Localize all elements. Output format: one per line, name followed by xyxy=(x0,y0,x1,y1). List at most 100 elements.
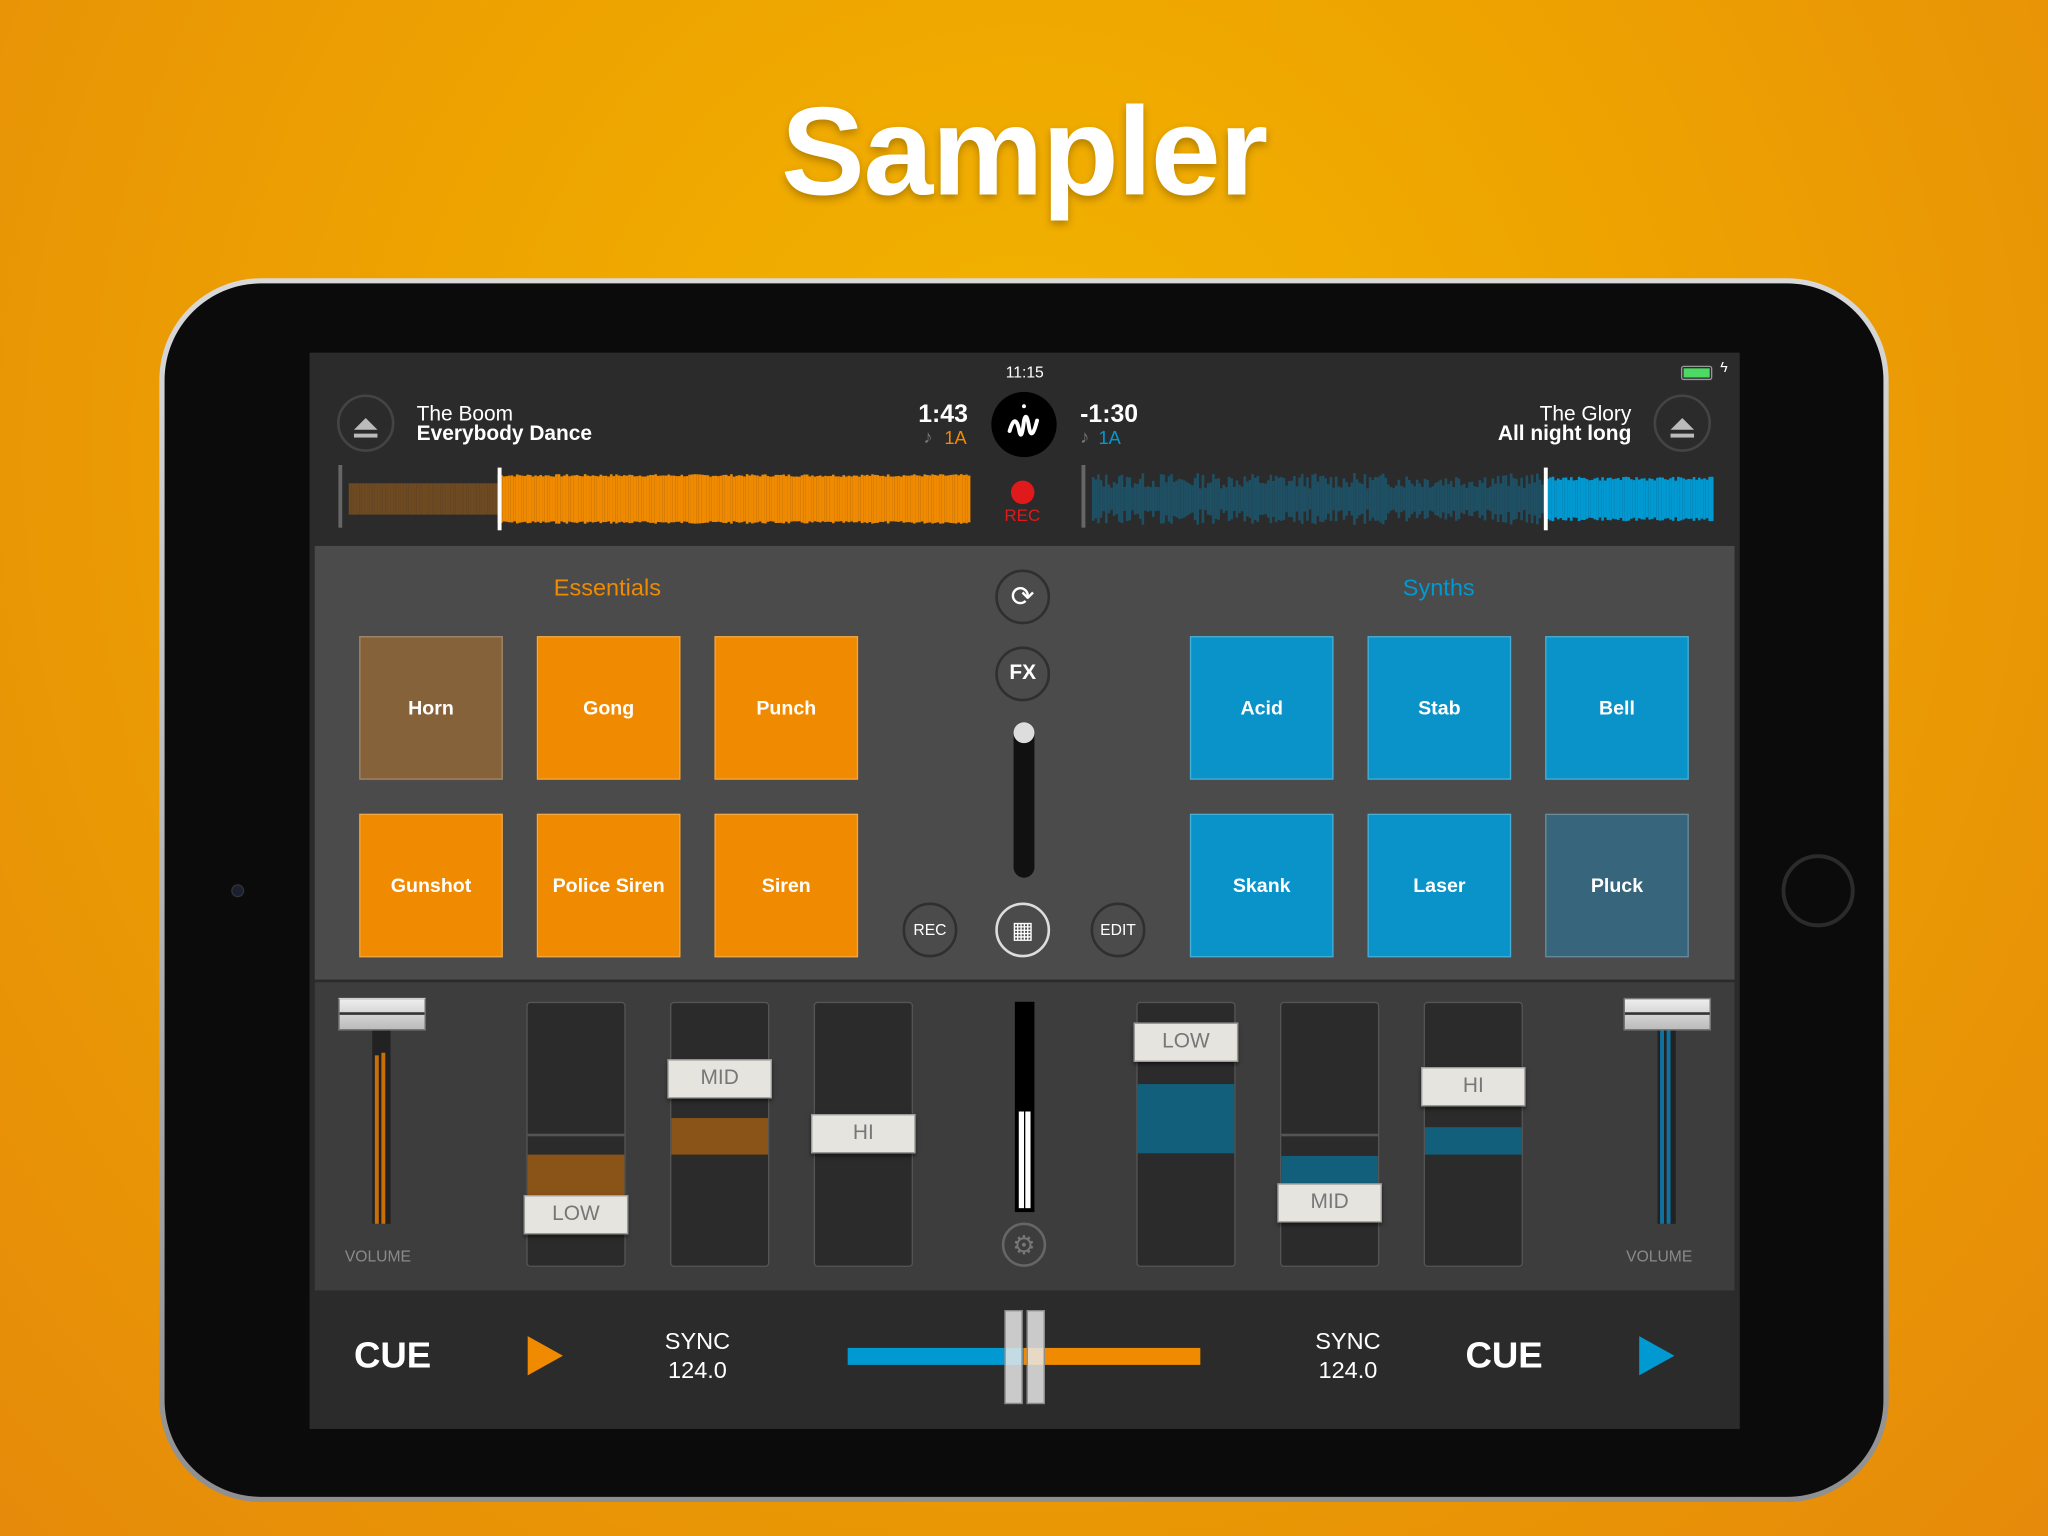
mixer-panel: LOW MID HI LOW MID HI VOLUME VOLUME ⚙ xyxy=(314,982,1735,1291)
waveform-bar xyxy=(894,476,898,522)
cue-marker[interactable] xyxy=(1081,464,1086,528)
left-eq-track[interactable] xyxy=(670,1001,770,1267)
right-volume-handle[interactable] xyxy=(1623,997,1712,1031)
waveform-bar xyxy=(1353,473,1356,525)
waveform-bar xyxy=(398,483,401,515)
waveform-bar xyxy=(453,483,456,515)
waveform-bar xyxy=(651,475,655,523)
left-eq-handle[interactable]: MID xyxy=(667,1059,772,1099)
sampler-edit-button[interactable]: EDIT xyxy=(1090,902,1146,958)
playhead[interactable] xyxy=(497,467,502,531)
waveform-bar xyxy=(1371,480,1375,518)
waveform-bar xyxy=(1663,479,1667,519)
waveform-bar xyxy=(745,474,749,524)
left-cue-button[interactable]: CUE xyxy=(354,1335,431,1377)
crossfader-handle[interactable] xyxy=(1004,1310,1045,1405)
waveform-bar xyxy=(1512,477,1516,520)
waveform-bar xyxy=(502,476,506,522)
right-waveform[interactable] xyxy=(1081,464,1714,533)
left-bank-label[interactable]: Essentials xyxy=(554,575,661,602)
waveform-bar xyxy=(1528,483,1531,515)
waveform-bar xyxy=(1554,480,1557,518)
sampler-pad[interactable]: Police Siren xyxy=(536,813,681,958)
waveform-bar xyxy=(779,475,783,523)
waveform-bar xyxy=(1387,484,1390,514)
left-sync-button[interactable]: SYNC 124.0 xyxy=(652,1327,743,1384)
waveform-bar xyxy=(534,475,537,523)
right-eq-handle[interactable]: HI xyxy=(1421,1067,1526,1107)
sampler-pad[interactable]: Laser xyxy=(1367,813,1512,958)
sampler-pad[interactable]: Horn xyxy=(359,636,503,780)
waveform-bar xyxy=(1603,480,1607,518)
eject-right-button[interactable] xyxy=(1653,394,1712,452)
waveform-bar xyxy=(774,474,778,523)
sampler-pad[interactable]: Pluck xyxy=(1545,813,1689,958)
right-bank-label[interactable]: Synths xyxy=(1403,575,1475,602)
left-eq-handle[interactable]: LOW xyxy=(523,1195,629,1235)
app-logo[interactable] xyxy=(991,391,1057,458)
waveform-bar xyxy=(1460,485,1463,513)
right-sync-button[interactable]: SYNC 124.0 xyxy=(1302,1327,1393,1384)
waveform-bar xyxy=(787,474,791,524)
sampler-volume-slider[interactable] xyxy=(1013,724,1035,878)
waveform-bar xyxy=(602,475,605,523)
waveform-bar xyxy=(698,474,702,524)
playhead[interactable] xyxy=(1543,467,1548,531)
waveform-bar xyxy=(1575,480,1578,518)
sampler-pad[interactable]: Punch xyxy=(714,636,859,780)
sampler-pad[interactable]: Bell xyxy=(1545,636,1689,780)
sampler-pad[interactable]: Siren xyxy=(714,813,859,958)
waveform-bar xyxy=(1562,477,1565,521)
waveform-bar xyxy=(544,475,548,523)
left-play-icon[interactable] xyxy=(527,1336,563,1376)
waveform-bar xyxy=(847,475,851,523)
waveform-bar xyxy=(946,475,950,523)
left-volume-handle[interactable] xyxy=(338,997,426,1031)
right-eq-track[interactable] xyxy=(1423,1001,1523,1267)
right-play-icon[interactable] xyxy=(1639,1336,1675,1376)
cue-marker[interactable] xyxy=(338,464,343,528)
waveform-bar xyxy=(581,476,584,522)
slider-knob[interactable] xyxy=(1013,722,1035,744)
left-eq-handle[interactable]: HI xyxy=(811,1114,916,1154)
record-button[interactable] xyxy=(1010,480,1035,505)
waveform-bar xyxy=(1340,487,1343,511)
left-waveform[interactable] xyxy=(338,464,971,533)
waveform-bar xyxy=(1421,486,1424,512)
right-cue-button[interactable]: CUE xyxy=(1465,1335,1542,1377)
settings-button[interactable]: ⚙ xyxy=(1001,1222,1047,1267)
right-eq-handle[interactable]: MID xyxy=(1277,1183,1382,1223)
pad-grid-button[interactable]: ▦ xyxy=(995,902,1051,958)
home-button[interactable] xyxy=(1781,854,1855,928)
waveform-bar xyxy=(1452,487,1456,511)
waveform-bar xyxy=(1609,477,1612,521)
waveform-bar xyxy=(680,474,684,524)
eject-left-button[interactable] xyxy=(336,394,395,452)
sampler-rec-button[interactable]: REC xyxy=(902,902,958,958)
fx-button[interactable]: FX xyxy=(995,646,1051,702)
waveform-bar xyxy=(641,476,644,522)
waveform-bar xyxy=(688,474,691,524)
right-eq-track[interactable] xyxy=(1279,1001,1380,1267)
waveform-bar xyxy=(463,483,467,515)
waveform-bar xyxy=(1110,487,1113,511)
waveform-bar xyxy=(607,476,610,522)
sampler-pad[interactable]: Skank xyxy=(1189,813,1334,958)
sampler-pad[interactable]: Gong xyxy=(536,636,681,780)
waveform-bar xyxy=(850,476,853,522)
waveform-bar xyxy=(1703,478,1706,520)
sampler-pad[interactable]: Gunshot xyxy=(359,813,503,958)
waveform-bar xyxy=(1468,482,1471,516)
waveform-bar xyxy=(711,475,715,522)
sampler-pad[interactable]: Stab xyxy=(1367,636,1512,780)
waveform-bar xyxy=(1107,484,1111,514)
waveform-bar xyxy=(1366,488,1369,510)
note-icon: ♪ xyxy=(1080,425,1090,447)
sampler-pad[interactable]: Acid xyxy=(1189,636,1334,780)
waveform-bar xyxy=(617,475,621,523)
waveform-bar xyxy=(1491,478,1495,520)
waveform-bar xyxy=(393,483,396,515)
sync-loop-button[interactable]: ⟳ xyxy=(995,569,1051,625)
right-eq-handle[interactable]: LOW xyxy=(1133,1022,1239,1062)
waveform-bar xyxy=(466,483,469,515)
